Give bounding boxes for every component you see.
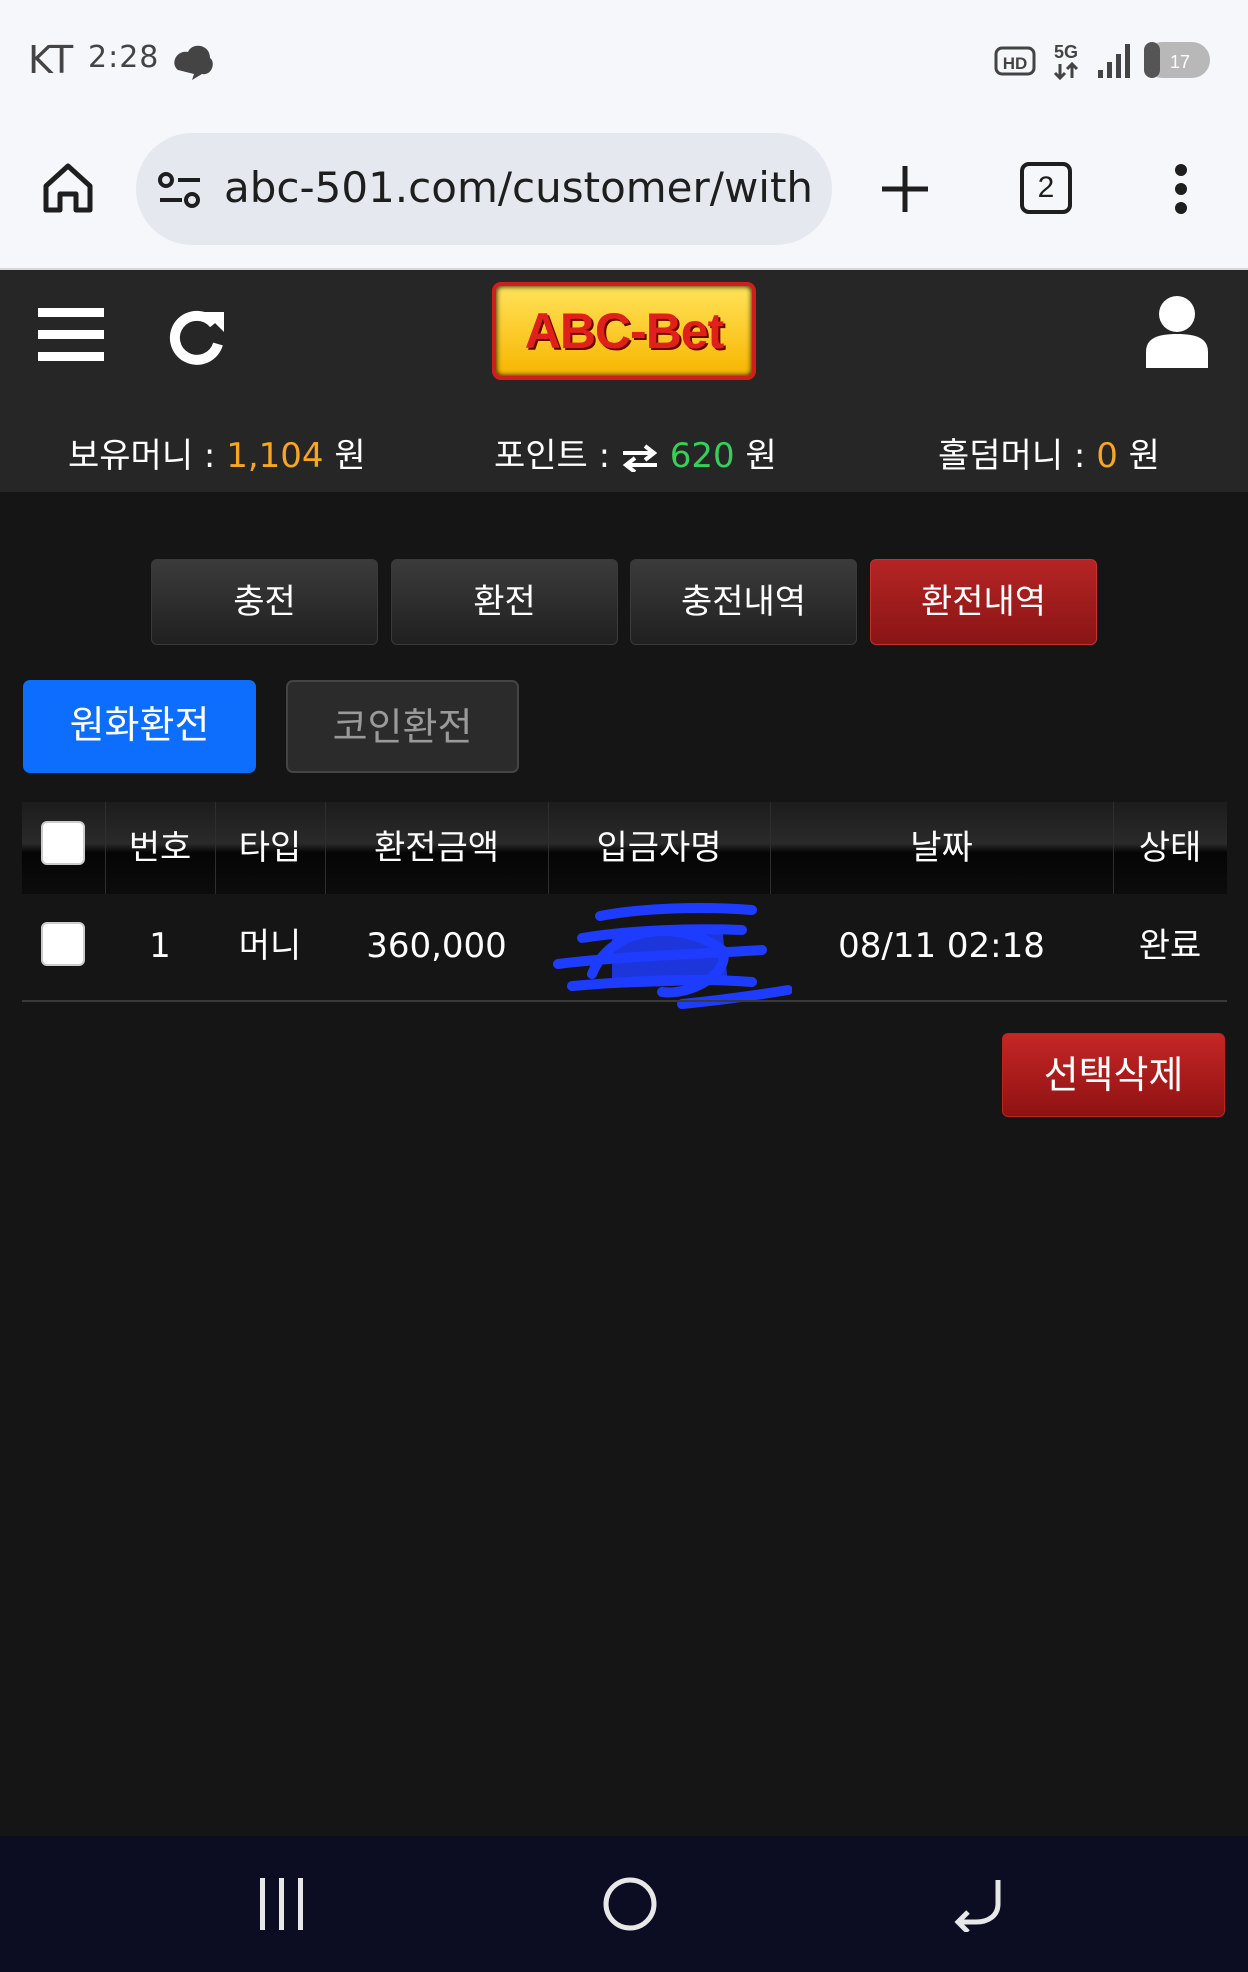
tab-deposit-history[interactable]: 충전내역 (630, 559, 857, 645)
row-status: 완료 (1138, 926, 1202, 966)
row-amount: 360,000 (366, 926, 507, 966)
more-menu-icon[interactable] (1166, 160, 1196, 218)
row-type: 머니 (238, 926, 302, 966)
header-depositor: 입금자명 (596, 828, 722, 868)
svg-text:5G: 5G (1054, 42, 1078, 62)
signal-icon (1098, 44, 1130, 78)
header-type: 타입 (238, 828, 302, 868)
header-status: 상태 (1138, 828, 1202, 868)
row-number: 1 (149, 926, 171, 966)
home-nav-icon[interactable] (602, 1876, 658, 1932)
tab-deposit[interactable]: 충전 (151, 559, 378, 645)
subtab-coin-withdraw[interactable]: 코인환전 (286, 680, 519, 773)
hd-voice-icon: HD (994, 46, 1036, 76)
home-icon[interactable] (40, 160, 96, 216)
holdem-label: 홀덤머니 : (938, 436, 1086, 476)
exchange-arrows-icon[interactable] (621, 443, 659, 474)
status-time: 2:28 (88, 40, 160, 75)
holdem-balance: 홀덤머니 : 0 원 (938, 428, 1160, 477)
url-text[interactable]: abc-501.com/customer/withdra (224, 163, 810, 212)
row-date: 08/11 02:18 (838, 926, 1045, 966)
battery-icon: 17 (1144, 42, 1210, 78)
redaction-scribble (553, 903, 792, 1009)
delete-selected-button[interactable]: 선택삭제 (1002, 1033, 1225, 1117)
header-number: 번호 (128, 828, 192, 868)
subtab-krw-withdraw[interactable]: 원화환전 (23, 680, 256, 773)
svg-text:17: 17 (1170, 52, 1190, 72)
select-all-checkbox[interactable] (41, 821, 85, 865)
back-nav-icon[interactable] (952, 1876, 1008, 1932)
site-settings-icon[interactable] (156, 168, 204, 212)
tab-count: 2 (1037, 171, 1055, 204)
point-unit: 원 (745, 436, 777, 476)
new-tab-icon[interactable] (878, 162, 932, 216)
tab-withdraw[interactable]: 환전 (391, 559, 618, 645)
user-profile-icon[interactable] (1144, 294, 1210, 368)
money-label: 보유머니 : (68, 436, 216, 476)
point-label: 포인트 : (494, 436, 611, 476)
holdem-value: 0 (1096, 436, 1118, 476)
tab-withdraw-history[interactable]: 환전내역 (870, 559, 1097, 645)
point-value: 620 (669, 436, 735, 476)
money-balance: 보유머니 : 1,104 원 (68, 428, 366, 477)
carrier-label: KT (28, 38, 74, 82)
holdem-unit: 원 (1128, 436, 1160, 476)
cloud-notification-icon (174, 45, 213, 80)
header-amount: 환전금액 (373, 828, 500, 868)
money-unit: 원 (334, 436, 366, 476)
hamburger-menu-icon[interactable] (38, 306, 104, 364)
tab-switcher-button[interactable]: 2 (1020, 162, 1072, 214)
point-balance[interactable]: 포인트 : 620 원 (494, 428, 777, 477)
money-value: 1,104 (226, 436, 324, 476)
header-date: 날짜 (910, 828, 973, 868)
recent-apps-icon[interactable] (256, 1876, 308, 1932)
logo-text: ABC-Bet (524, 303, 725, 359)
row-checkbox[interactable] (41, 922, 85, 966)
site-logo[interactable]: ABC-Bet (492, 282, 756, 380)
refresh-icon[interactable] (166, 306, 228, 368)
5g-icon: 5G (1053, 42, 1079, 81)
svg-text:HD: HD (1003, 54, 1028, 73)
row-divider (22, 1000, 1227, 1002)
